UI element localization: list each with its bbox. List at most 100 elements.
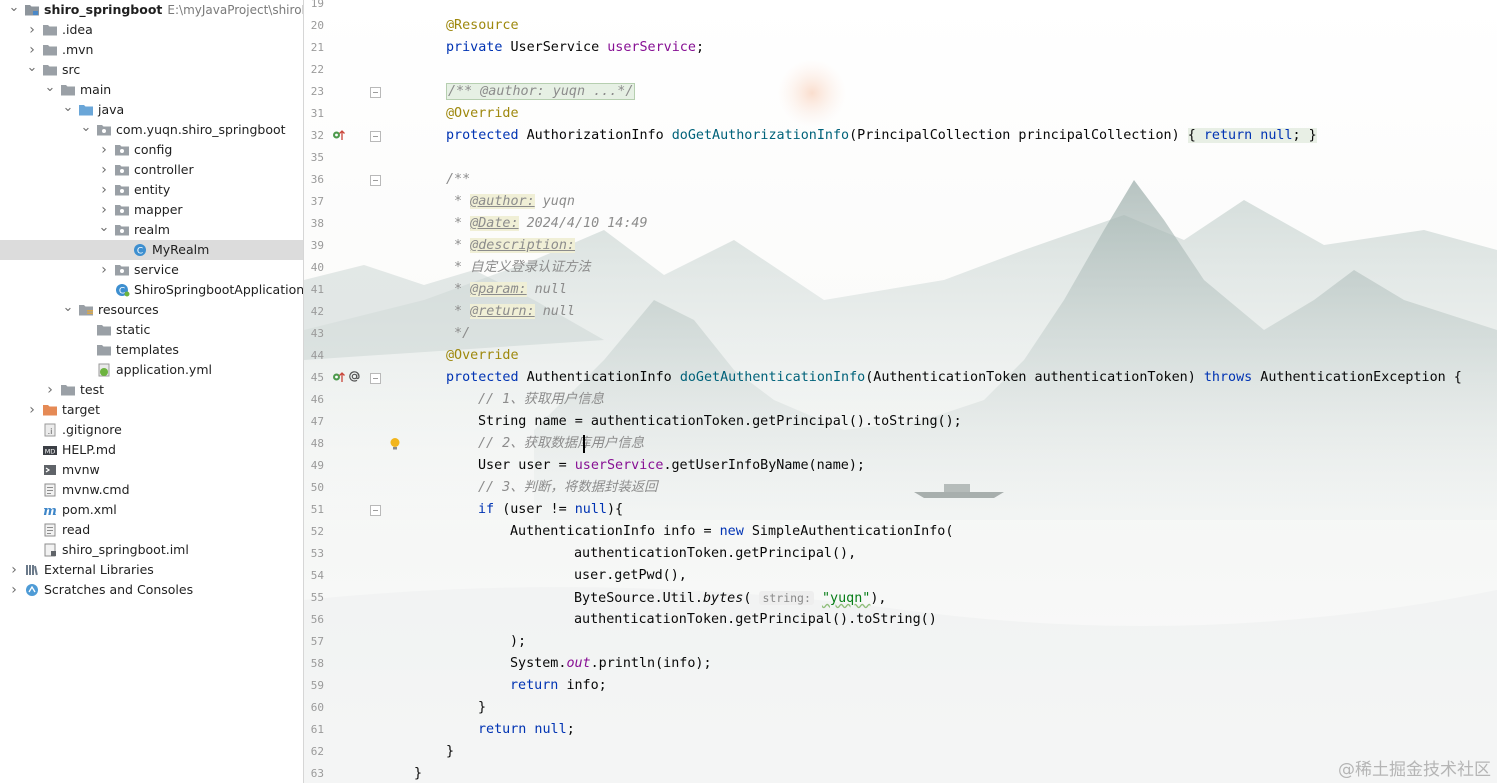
code-line[interactable]: ByteSource.Util.bytes( string: "yuqn"), — [574, 587, 886, 609]
code-line[interactable]: return null; — [478, 719, 575, 741]
line-number[interactable]: 54 — [304, 565, 324, 587]
line-number[interactable]: 45 — [304, 367, 324, 389]
code-line[interactable]: } — [414, 763, 422, 783]
tree-item-src[interactable]: ⌄ src — [0, 60, 303, 80]
tree-item-realm[interactable]: ⌄ realm — [0, 220, 303, 240]
tree-item-mvn[interactable]: › .mvn — [0, 40, 303, 60]
tree-item-templates[interactable]: templates — [0, 340, 303, 360]
tree-item-gitignore[interactable]: .i .gitignore — [0, 420, 303, 440]
chevron-down-icon[interactable]: ⌄ — [8, 0, 20, 15]
code-line[interactable]: @Override — [446, 345, 519, 367]
code-line[interactable]: // 2、获取数据库用户信息 — [478, 433, 644, 455]
fold-toggle-icon[interactable] — [370, 131, 381, 142]
chevron-down-icon[interactable]: ⌄ — [62, 300, 74, 315]
code-line[interactable]: * @Date: 2024/4/10 14:49 — [446, 213, 648, 235]
line-number[interactable]: 37 — [304, 191, 324, 213]
tree-item-controller[interactable]: › controller — [0, 160, 303, 180]
fold-toggle-icon[interactable] — [370, 373, 381, 384]
code-line[interactable]: * @return: null — [446, 301, 575, 323]
code-editor[interactable]: 19 20 21 22 23 31 32 35 36 37 38 39 40 41 42 43 44 45 46 47… — [304, 0, 1497, 783]
tree-item-test[interactable]: › test — [0, 380, 303, 400]
tree-item-shiro-springboot[interactable]: ⌄ shiro_springboot E:\myJavaProject\shiroD… — [0, 0, 303, 20]
tree-item-java[interactable]: ⌄ java — [0, 100, 303, 120]
code-line[interactable]: User user = userService.getUserInfoByNam… — [478, 455, 865, 477]
code-line[interactable]: } — [478, 697, 486, 719]
tree-item-application-yml[interactable]: application.yml — [0, 360, 303, 380]
line-number[interactable]: 42 — [304, 301, 324, 323]
editor-gutter[interactable]: 19 20 21 22 23 31 32 35 36 37 38 39 40 41 42 43 44 45 46 47… — [304, 0, 381, 783]
chevron-right-icon[interactable]: › — [26, 402, 38, 418]
line-number[interactable]: 58 — [304, 653, 324, 675]
code-line[interactable]: @Override — [446, 103, 519, 125]
code-line[interactable]: } — [446, 741, 454, 763]
fold-toggle-icon[interactable] — [370, 175, 381, 186]
tree-item-external-libraries[interactable]: › External Libraries — [0, 560, 303, 580]
tree-item-main[interactable]: ⌄ main — [0, 80, 303, 100]
line-number[interactable]: 19 — [304, 0, 324, 15]
code-line[interactable]: */ — [446, 323, 470, 345]
code-line[interactable]: * @description: — [446, 235, 575, 257]
chevron-right-icon[interactable]: › — [98, 162, 110, 178]
code-area[interactable]: @Resource private UserService userService… — [390, 0, 1494, 783]
line-number[interactable]: 60 — [304, 697, 324, 719]
tree-item-mapper[interactable]: › mapper — [0, 200, 303, 220]
tree-item-help-md[interactable]: MD HELP.md — [0, 440, 303, 460]
line-number[interactable]: 48 — [304, 433, 324, 455]
code-line[interactable]: ); — [510, 631, 526, 653]
line-number[interactable]: 31 — [304, 103, 324, 125]
tree-item-config[interactable]: › config — [0, 140, 303, 160]
code-line[interactable]: AuthenticationInfo info = new SimpleAuth… — [510, 521, 953, 543]
line-number[interactable]: 49 — [304, 455, 324, 477]
chevron-down-icon[interactable]: ⌄ — [98, 220, 110, 235]
chevron-down-icon[interactable]: ⌄ — [80, 120, 92, 135]
code-line[interactable]: /** @author: yuqn ...*/ — [446, 81, 636, 103]
code-line[interactable]: /** — [446, 169, 470, 191]
code-line[interactable]: user.getPwd(), — [574, 565, 687, 587]
code-line[interactable]: authenticationToken.getPrincipal().toStr… — [574, 609, 937, 631]
tree-item-shirospringbootapplication[interactable]: C ShiroSpringbootApplication — [0, 280, 303, 300]
code-line[interactable]: @Resource — [446, 15, 519, 37]
line-number[interactable]: 40 — [304, 257, 324, 279]
chevron-right-icon[interactable]: › — [98, 142, 110, 158]
line-number[interactable]: 36 — [304, 169, 324, 191]
project-tool-window[interactable]: ⌄ shiro_springboot E:\myJavaProject\shiroD… — [0, 0, 304, 783]
tree-item-com-yuqn-shiro-springboot[interactable]: ⌄ com.yuqn.shiro_springboot — [0, 120, 303, 140]
line-number[interactable]: 53 — [304, 543, 324, 565]
code-line[interactable]: protected AuthorizationInfo doGetAuthori… — [446, 125, 1317, 147]
fold-toggle-icon[interactable] — [370, 87, 381, 98]
override-marker-icon[interactable] — [332, 370, 346, 387]
tree-item-scratches-and-consoles[interactable]: › Scratches and Consoles — [0, 580, 303, 600]
chevron-down-icon[interactable]: ⌄ — [26, 60, 38, 75]
code-line[interactable]: authenticationToken.getPrincipal(), — [574, 543, 856, 565]
code-line[interactable]: if (user != null){ — [478, 499, 623, 521]
override-marker-icon[interactable] — [332, 128, 346, 145]
line-number[interactable]: 63 — [304, 763, 324, 783]
line-number[interactable]: 52 — [304, 521, 324, 543]
code-line[interactable]: String name = authenticationToken.getPri… — [478, 411, 962, 433]
code-line[interactable]: * @param: null — [446, 279, 567, 301]
tree-item-service[interactable]: › service — [0, 260, 303, 280]
tree-item-pom-xml[interactable]: m pom.xml — [0, 500, 303, 520]
code-line[interactable]: * @author: yuqn — [446, 191, 575, 213]
chevron-right-icon[interactable]: › — [98, 262, 110, 278]
annotation-marker-icon[interactable] — [348, 370, 361, 386]
chevron-right-icon[interactable]: › — [98, 182, 110, 198]
tree-item-idea[interactable]: › .idea — [0, 20, 303, 40]
chevron-right-icon[interactable]: › — [44, 382, 56, 398]
line-number[interactable]: 61 — [304, 719, 324, 741]
line-number[interactable]: 20 — [304, 15, 324, 37]
code-line[interactable]: private UserService userService; — [446, 37, 704, 59]
tree-item-mvnw-cmd[interactable]: mvnw.cmd — [0, 480, 303, 500]
intention-bulb-icon[interactable] — [389, 437, 401, 455]
line-number[interactable]: 57 — [304, 631, 324, 653]
line-number[interactable]: 43 — [304, 323, 324, 345]
line-number[interactable]: 23 — [304, 81, 324, 103]
code-line[interactable]: // 3、判断，将数据封装返回 — [478, 477, 658, 499]
fold-toggle-icon[interactable] — [370, 505, 381, 516]
code-line[interactable]: // 1、获取用户信息 — [478, 389, 604, 411]
tree-item-target[interactable]: › target — [0, 400, 303, 420]
chevron-right-icon[interactable]: › — [26, 42, 38, 58]
line-number[interactable]: 38 — [304, 213, 324, 235]
line-number[interactable]: 21 — [304, 37, 324, 59]
tree-item-myrealm[interactable]: C MyRealm — [0, 240, 303, 260]
